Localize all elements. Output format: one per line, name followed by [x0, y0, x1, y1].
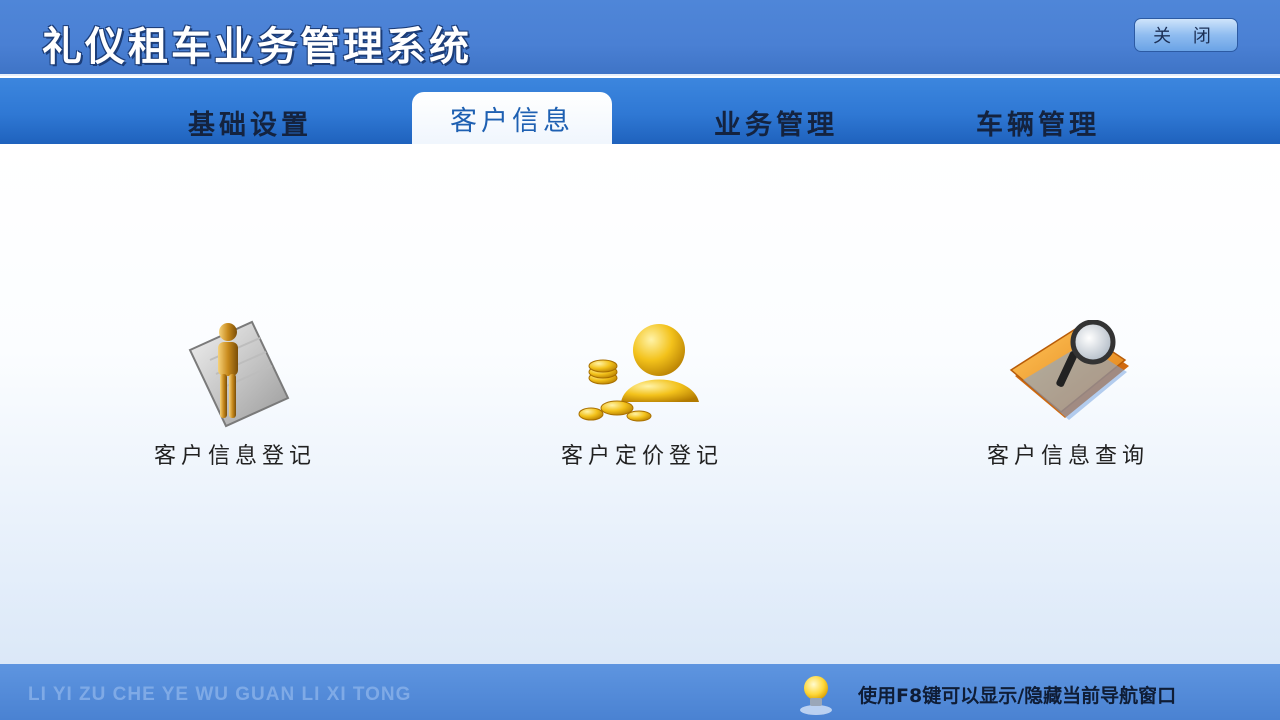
folder-magnifier-icon: [1009, 320, 1129, 420]
person-document-icon: [188, 320, 290, 428]
tab-business-management[interactable]: 业务管理: [676, 100, 876, 144]
feature-label: 客户定价登记: [560, 444, 723, 469]
tab-bar: 基础设置 客户信息 业务管理 车辆管理: [0, 78, 1280, 144]
pinyin-watermark: LI YI ZU CHE YE WU GUAN LI XI TONG: [28, 684, 412, 705]
feature-customer-register[interactable]: 客户信息登记: [105, 320, 365, 470]
feature-customer-query[interactable]: 客户信息查询: [938, 320, 1198, 470]
tab-customer-info[interactable]: 客户信息: [412, 92, 612, 144]
title-bar: 礼仪租车业务管理系统 关 闭: [0, 0, 1280, 76]
tab-basic-settings[interactable]: 基础设置: [150, 100, 350, 144]
feature-customer-pricing[interactable]: 客户定价登记: [512, 320, 772, 470]
gold-coins-user-icon: [578, 324, 699, 422]
hint-text: 使用F8键可以显示/隐藏当前导航窗口: [858, 685, 1177, 707]
feature-label: 客户信息登记: [153, 444, 316, 469]
status-bar: LI YI ZU CHE YE WU GUAN LI XI TONG 使用F8键…: [0, 664, 1280, 720]
app-title: 礼仪租车业务管理系统: [42, 24, 472, 70]
close-button[interactable]: 关 闭: [1134, 18, 1238, 52]
feature-label: 客户信息查询: [986, 444, 1149, 469]
lightbulb-icon: [800, 676, 832, 715]
main-panel: 客户信息登记 客户定价登记 客户信息查询: [0, 144, 1280, 664]
tab-vehicle-management[interactable]: 车辆管理: [938, 100, 1138, 144]
